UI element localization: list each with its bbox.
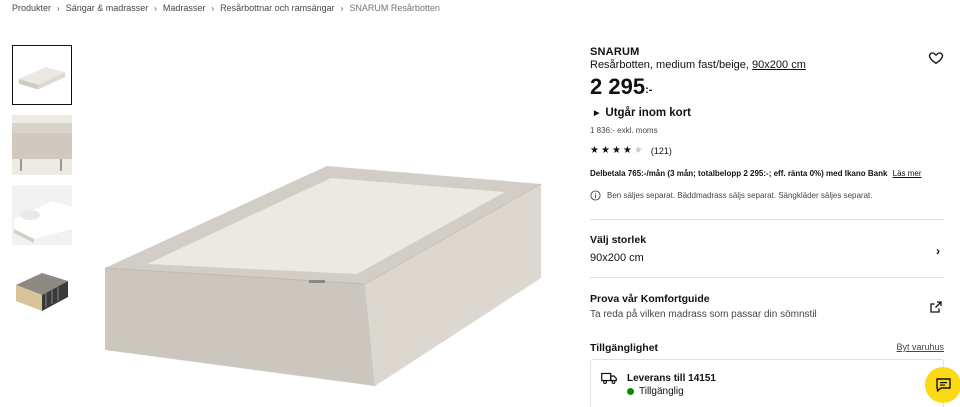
chevron-right-icon: › [936, 244, 940, 258]
breadcrumb-item-sangar-madrasser[interactable]: Sängar & madrasser [66, 3, 149, 13]
chat-icon [935, 378, 951, 392]
comfort-guide-link[interactable]: Prova vår Komfortguide Ta reda på vilken… [590, 279, 944, 327]
rating[interactable]: ★ ★ ★ ★ ★ (121) [590, 146, 944, 157]
finance-text: Delbetala 765:-/mån (3 mån; totalbelopp … [590, 169, 888, 178]
product-image [95, 160, 550, 390]
price-suffix: :- [645, 84, 653, 96]
breadcrumb: Produkter › Sängar & madrasser › Madrass… [12, 3, 440, 13]
separate-items-note: Ben säljes separat. Bäddmadrass säljs se… [590, 190, 944, 201]
breadcrumb-item-current: SNARUM Resårbotten [349, 3, 440, 13]
product-name: SNARUM [590, 46, 640, 58]
product-info: SNARUM Resårbotten, medium fast/beige, 9… [590, 46, 944, 201]
status-dot-icon [627, 388, 634, 395]
thumbnail-bed-base-legs[interactable] [12, 115, 72, 175]
size-selector[interactable]: Välj storlek 90x200 cm › [590, 219, 944, 278]
read-more-link[interactable]: Läs mer [893, 169, 922, 178]
chevron-right-icon: › [57, 3, 60, 13]
comfort-guide-title: Prova vår Komfortguide [590, 293, 710, 305]
thumbnail-bed-base-top[interactable] [12, 45, 72, 105]
size-link[interactable]: 90x200 cm [752, 59, 806, 71]
thumbnail-list [12, 45, 72, 325]
star-empty-icon: ★ [633, 145, 643, 156]
chat-button[interactable] [925, 367, 960, 403]
comfort-guide-subtitle: Ta reda på vilken madrass som passar din… [590, 309, 817, 320]
delivery-option[interactable]: Leverans till 14151 Tillgänglig › [590, 359, 944, 407]
change-store-link[interactable]: Byt varuhus [896, 342, 944, 352]
price-value: 2 295 [590, 74, 646, 99]
availability-title: Tillgänglighet [590, 342, 659, 354]
thumbnail-bed-with-bedding[interactable] [12, 185, 72, 245]
star-filled-icon: ★ [611, 145, 621, 156]
delivery-title: Leverans till 14151 [627, 373, 716, 384]
breadcrumb-item-madrasser[interactable]: Madrasser [163, 3, 206, 13]
star-filled-icon: ★ [590, 145, 599, 156]
availability-status-toggle[interactable]: ▶ Utgår inom kort [590, 107, 944, 119]
caret-right-icon: ▶ [594, 110, 600, 117]
price: 2 295 :- [590, 76, 944, 98]
status-text: Utgår inom kort [605, 107, 692, 119]
chevron-right-icon: › [340, 3, 344, 13]
breadcrumb-item-resarbottnar[interactable]: Resårbottnar och ramsängar [220, 3, 335, 13]
rating-stars: ★ ★ ★ ★ ★ [590, 146, 643, 156]
note-text: Ben säljes separat. Bäddmadrass säljs se… [607, 191, 873, 200]
external-link-icon [930, 301, 942, 313]
chevron-right-icon: › [211, 3, 215, 13]
review-count: (121) [650, 146, 672, 156]
product-description: Resårbotten, medium fast/beige, 90x200 c… [590, 59, 944, 71]
price-ex-vat: 1 836:- exkl. moms [590, 126, 658, 135]
info-icon [590, 190, 601, 201]
size-selector-title: Välj storlek [590, 234, 647, 246]
breadcrumb-item-produkter[interactable]: Produkter [12, 3, 51, 13]
finance-info: Delbetala 765:-/mån (3 mån; totalbelopp … [590, 169, 944, 178]
heart-icon[interactable] [928, 50, 944, 66]
availability-header: Tillgänglighet Byt varuhus [590, 342, 944, 354]
star-filled-icon: ★ [622, 145, 632, 156]
thumbnail-bed-base-cutaway[interactable] [12, 255, 72, 315]
delivery-status-text: Tillgänglig [639, 386, 684, 397]
chevron-right-icon: › [154, 3, 157, 13]
truck-icon [601, 372, 617, 384]
star-filled-icon: ★ [600, 145, 610, 156]
description-text: Resårbotten, medium fast/beige, [590, 59, 749, 71]
delivery-status: Tillgänglig [627, 386, 684, 397]
size-selector-value: 90x200 cm [590, 252, 644, 264]
